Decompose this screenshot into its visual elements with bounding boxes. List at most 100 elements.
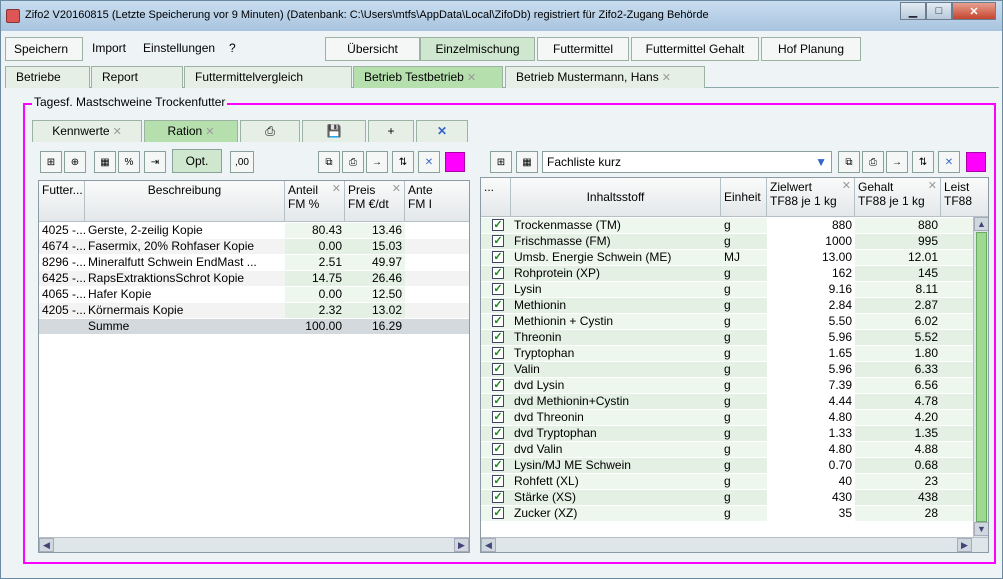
table-cell[interactable]: 40	[767, 474, 855, 489]
tab-betriebe[interactable]: Betriebe	[5, 66, 90, 88]
table-cell[interactable]: 14.75	[285, 271, 345, 286]
export-icon[interactable]: →	[886, 151, 908, 173]
table-cell[interactable]: 2.32	[285, 303, 345, 318]
row-checkbox[interactable]: ✓	[489, 490, 509, 505]
feed-button[interactable]: Futtermittel	[537, 37, 629, 61]
row-checkbox[interactable]: ✓	[489, 506, 509, 521]
table-cell[interactable]: 5.96	[767, 330, 855, 345]
table-row[interactable]: 4025 -... Gerste, 2-zeilig Kopie 80.43 13.4…	[39, 223, 469, 238]
help-menu[interactable]: ?	[224, 37, 241, 61]
copy-icon[interactable]: ⧉	[838, 151, 860, 173]
col-header[interactable]: Futter...	[39, 181, 85, 222]
table-cell[interactable]: 0.70	[767, 458, 855, 473]
table-cell[interactable]: 2.51	[285, 255, 345, 270]
scroll-right-icon[interactable]: ▶	[957, 538, 972, 552]
scroll-up-icon[interactable]: ▲	[974, 217, 988, 231]
highlight-color-swatch[interactable]	[445, 152, 465, 172]
expand-icon[interactable]: ⇥	[144, 151, 166, 173]
row-checkbox[interactable]: ✓	[489, 266, 509, 281]
table-row[interactable]: ✓ dvd Tryptophan g 1.33 1.35	[481, 426, 973, 441]
col-header[interactable]: Einheit	[721, 178, 767, 217]
close-window-button[interactable]: ✕	[952, 2, 996, 20]
tab-ration[interactable]: Ration ✕	[144, 120, 238, 142]
row-checkbox[interactable]: ✓	[489, 218, 509, 233]
grid-icon[interactable]: ▦	[94, 151, 116, 173]
row-checkbox[interactable]: ✓	[489, 234, 509, 249]
delete-icon[interactable]: ✕	[938, 151, 960, 173]
row-checkbox[interactable]: ✓	[489, 458, 509, 473]
table-row[interactable]: 6425 -... RapsExtraktionsSchrot Kopie 14.7…	[39, 271, 469, 286]
table-cell[interactable]: 5.50	[767, 314, 855, 329]
row-checkbox[interactable]: ✓	[489, 346, 509, 361]
tab-testbetrieb[interactable]: Betrieb Testbetrieb ✕	[353, 66, 503, 88]
vertical-scrollbar[interactable]: ▲ ▼	[973, 217, 988, 537]
row-checkbox[interactable]: ✓	[489, 298, 509, 313]
highlight-color-swatch[interactable]	[966, 152, 986, 172]
table-row[interactable]: ✓ Lysin/MJ ME Schwein g 0.70 0.68	[481, 458, 973, 473]
nutrient-list-select[interactable]: Fachliste kurz ▼	[542, 151, 832, 173]
row-checkbox[interactable]: ✓	[489, 394, 509, 409]
col-header-ante[interactable]: Ante FM I	[405, 181, 469, 222]
percent-icon[interactable]: %	[118, 151, 140, 173]
table-row[interactable]: ✓ Rohfett (XL) g 40 23	[481, 474, 973, 489]
row-checkbox[interactable]: ✓	[489, 282, 509, 297]
sort-icon[interactable]: ⇅	[912, 151, 934, 173]
settings-menu[interactable]: Einstellungen	[138, 37, 220, 61]
table-row[interactable]: ✓ dvd Valin g 4.80 4.88	[481, 442, 973, 457]
feed-content-button[interactable]: Futtermittel Gehalt	[631, 37, 759, 61]
minimize-button[interactable]: ▁	[900, 2, 926, 20]
table-row[interactable]: 4205 -... Körnermais Kopie 2.32 13.02	[39, 303, 469, 318]
row-checkbox[interactable]: ✓	[489, 378, 509, 393]
col-header[interactable]: ...	[481, 178, 511, 217]
close-tab-icon[interactable]: ✕	[205, 126, 214, 138]
table-row[interactable]: ✓ Trockenmasse (TM) g 880 880	[481, 218, 973, 233]
close-tab-icon[interactable]: ✕	[467, 72, 476, 84]
scroll-left-icon[interactable]: ◀	[39, 538, 54, 552]
tab-mustermann[interactable]: Betrieb Mustermann, Hans ✕	[505, 66, 705, 88]
row-checkbox[interactable]: ✓	[489, 426, 509, 441]
horizontal-scrollbar[interactable]: ◀ ▶	[481, 537, 988, 552]
delete-icon[interactable]: ✕	[418, 151, 440, 173]
table-cell[interactable]: 1.33	[767, 426, 855, 441]
table-cell[interactable]: 100.00	[285, 319, 345, 334]
save-button[interactable]: Speichern	[5, 37, 83, 61]
insert-row-icon[interactable]: ⊞	[490, 151, 512, 173]
table-row[interactable]: ✓ dvd Threonin g 4.80 4.20	[481, 410, 973, 425]
scrollbar-thumb[interactable]	[976, 232, 987, 522]
col-header[interactable]: Beschreibung	[85, 181, 285, 222]
table-cell[interactable]: 4.80	[767, 410, 855, 425]
table-row[interactable]: ✓ Zucker (XZ) g 35 28	[481, 506, 973, 521]
table-row[interactable]: ✓ Stärke (XS) g 430 438	[481, 490, 973, 505]
tab-add[interactable]: +	[368, 120, 414, 142]
import-menu[interactable]: Import	[87, 37, 131, 61]
sort-icon[interactable]: ⇅	[392, 151, 414, 173]
table-cell[interactable]: 16.29	[345, 319, 405, 334]
row-checkbox[interactable]: ✓	[489, 410, 509, 425]
table-cell[interactable]: 4.44	[767, 394, 855, 409]
table-row[interactable]: ✓ Methionin g 2.84 2.87	[481, 298, 973, 313]
table-row[interactable]: ✓ dvd Methionin+Cystin g 4.44 4.78	[481, 394, 973, 409]
col-header-leist[interactable]: Leist TF88	[941, 178, 988, 217]
table-cell[interactable]: 80.43	[285, 223, 345, 238]
mix-button[interactable]: Einzelmischung	[420, 37, 535, 61]
table-row[interactable]: ✓ Threonin g 5.96 5.52	[481, 330, 973, 345]
decimals-button[interactable]: ,00	[230, 151, 254, 173]
table-row[interactable]: 4065 -... Hafer Kopie 0.00 12.50	[39, 287, 469, 302]
tab-close-all[interactable]: ✕	[416, 120, 468, 142]
table-cell[interactable]: 49.97	[345, 255, 405, 270]
export-icon[interactable]: →	[366, 151, 388, 173]
table-cell[interactable]: 162	[767, 266, 855, 281]
copy-icon[interactable]: ⧉	[318, 151, 340, 173]
table-cell[interactable]: 880	[767, 218, 855, 233]
add-row-icon[interactable]: ⊕	[64, 151, 86, 173]
table-row[interactable]: ✓ Frischmasse (FM) g 1000 995	[481, 234, 973, 249]
col-header-anteil[interactable]: Anteil FM % ✕	[285, 181, 345, 222]
table-cell[interactable]: 5.96	[767, 362, 855, 377]
table-row[interactable]: ✓ dvd Lysin g 7.39 6.56	[481, 378, 973, 393]
table-row[interactable]: ✓ Tryptophan g 1.65 1.80	[481, 346, 973, 361]
insert-row-icon[interactable]: ⊞	[40, 151, 62, 173]
table-row[interactable]: ✓ Rohprotein (XP) g 162 145	[481, 266, 973, 281]
table-cell[interactable]: 26.46	[345, 271, 405, 286]
scroll-right-icon[interactable]: ▶	[454, 538, 469, 552]
farm-planning-button[interactable]: Hof Planung	[761, 37, 861, 61]
